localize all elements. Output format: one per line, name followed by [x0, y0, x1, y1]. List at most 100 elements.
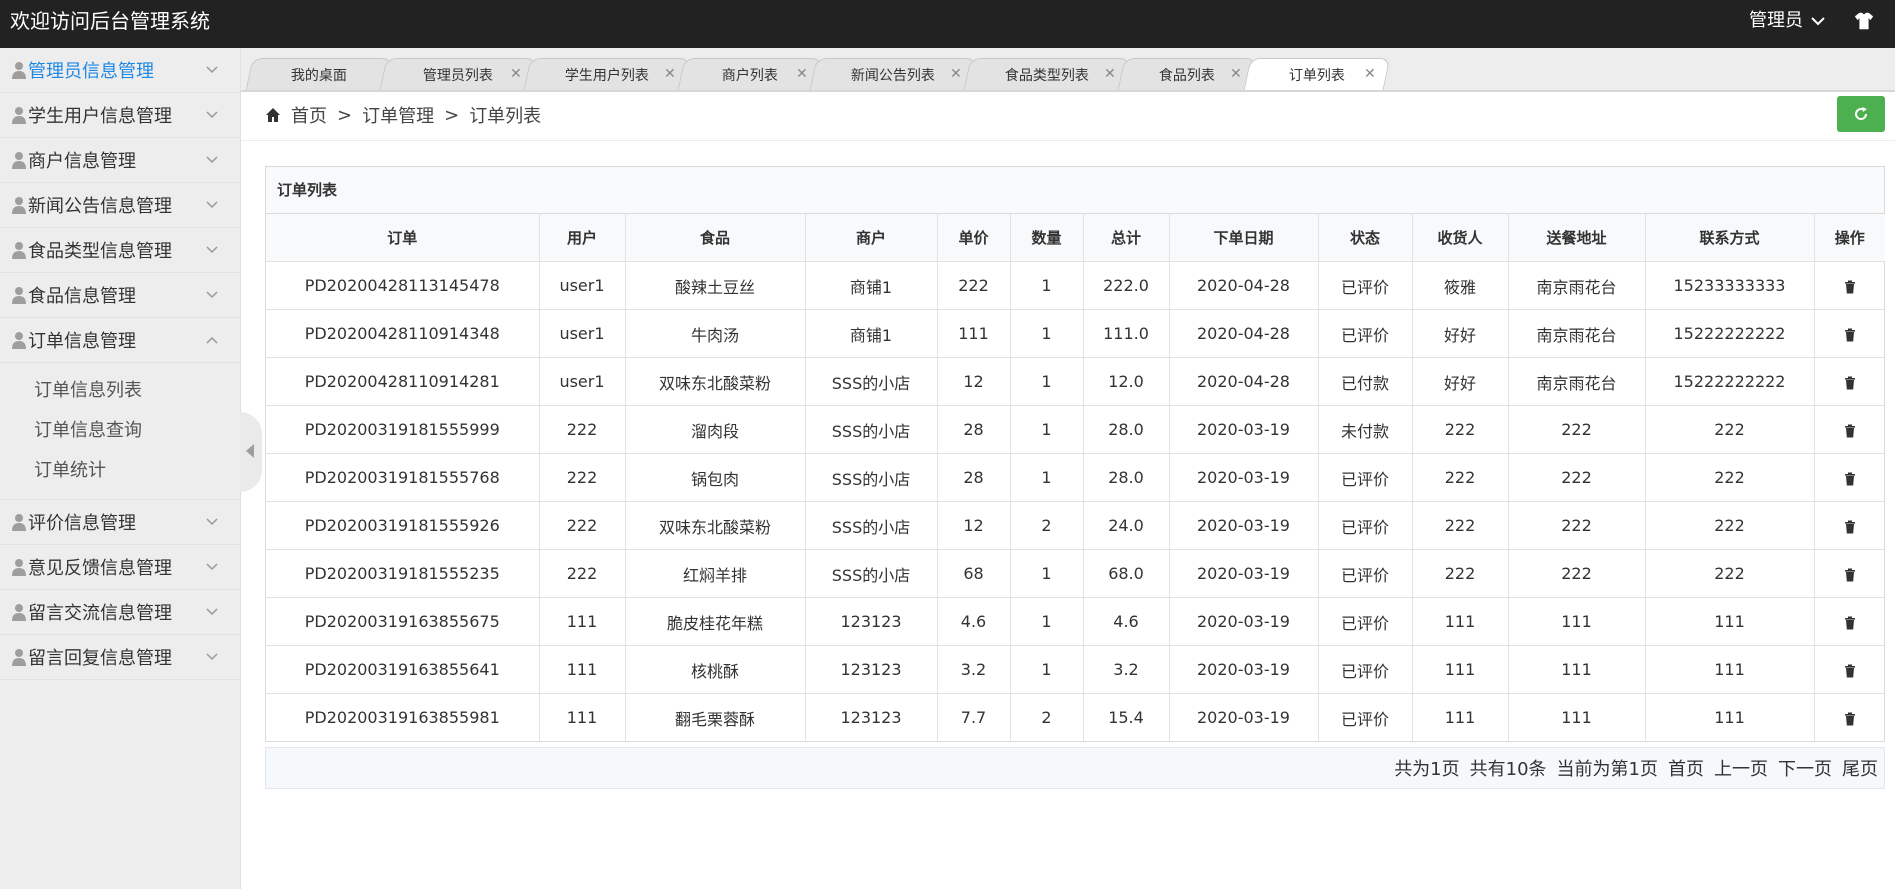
table-cell: 111: [539, 645, 626, 694]
close-icon[interactable]: ✕: [1364, 66, 1376, 82]
breadcrumb-level1[interactable]: 订单管理: [362, 102, 434, 128]
tab-label: 新闻公告列表: [850, 67, 935, 84]
action-cell: [1814, 309, 1885, 358]
column-header: 食品: [625, 214, 806, 262]
submenu-item[interactable]: 订单统计: [0, 451, 240, 491]
tab[interactable]: 我的桌面: [245, 58, 393, 90]
chevron-down-icon: [206, 291, 218, 299]
trash-icon[interactable]: [1843, 472, 1857, 486]
trash-icon[interactable]: [1843, 376, 1857, 390]
tab-label: 食品列表: [1158, 67, 1215, 84]
sidebar-item[interactable]: 评价信息管理: [0, 500, 240, 545]
user-icon: [12, 604, 26, 621]
table-cell: 4.6: [1083, 597, 1170, 646]
table-cell: PD20200319163855981: [266, 693, 540, 741]
close-icon[interactable]: ✕: [796, 66, 808, 82]
submenu-item[interactable]: 订单信息列表: [0, 371, 240, 411]
tshirt-icon[interactable]: [1853, 10, 1875, 32]
trash-icon[interactable]: [1843, 568, 1857, 582]
sidebar-item[interactable]: 订单信息管理: [0, 318, 240, 363]
trash-icon[interactable]: [1843, 664, 1857, 678]
sidebar-item[interactable]: 食品类型信息管理: [0, 228, 240, 273]
sidebar-item[interactable]: 商户信息管理: [0, 138, 240, 183]
last-page-link[interactable]: 尾页: [1842, 755, 1878, 781]
table-cell: 2: [1010, 693, 1084, 741]
table-cell: 翻毛栗蓉酥: [625, 693, 806, 741]
table-row: PD20200319163855675 111 脆皮桂花年糕 123123 4.6 1 4.…: [266, 597, 1885, 646]
tab[interactable]: 订单列表 ✕: [1243, 58, 1391, 90]
sidebar-item-label: 食品类型信息管理: [28, 241, 172, 262]
admin-menu[interactable]: 管理员: [1749, 0, 1825, 42]
action-cell: [1814, 453, 1885, 502]
sidebar-item[interactable]: 留言回复信息管理: [0, 635, 240, 680]
tab[interactable]: 学生用户列表 ✕: [523, 58, 691, 90]
table-cell: SSS的小店: [805, 501, 938, 550]
trash-icon[interactable]: [1843, 520, 1857, 534]
total-pages: 共为1页: [1394, 759, 1460, 780]
trash-icon[interactable]: [1843, 616, 1857, 630]
table-cell: 222: [539, 549, 626, 598]
submenu: 订单信息列表 订单信息查询 订单统计: [0, 363, 240, 500]
submenu-item[interactable]: 订单信息查询: [0, 411, 240, 451]
table-cell: 222: [1645, 405, 1815, 454]
table-cell: 已评价: [1318, 309, 1413, 358]
action-cell: [1814, 357, 1885, 406]
table-title: 订单列表: [266, 167, 1884, 214]
table-cell: PD20200428110914348: [266, 309, 540, 358]
table-cell: 111: [539, 693, 626, 741]
action-cell: [1814, 694, 1885, 742]
tab[interactable]: 新闻公告列表 ✕: [809, 58, 977, 90]
tab-label: 管理员列表: [422, 67, 493, 84]
trash-icon[interactable]: [1843, 424, 1857, 438]
sidebar-collapse-handle[interactable]: [240, 412, 262, 492]
tab[interactable]: 商户列表 ✕: [677, 58, 823, 90]
sidebar-item[interactable]: 学生用户信息管理: [0, 93, 240, 138]
table-cell: 2020-04-28: [1169, 357, 1319, 406]
action-cell: [1814, 501, 1885, 550]
tab-label: 商户列表: [721, 67, 778, 84]
breadcrumb-home[interactable]: 首页: [291, 102, 327, 128]
sidebar-item[interactable]: 食品信息管理: [0, 273, 240, 318]
table-cell: 南京雨花台: [1508, 309, 1646, 358]
table-cell: 已评价: [1318, 645, 1413, 694]
trash-icon[interactable]: [1843, 280, 1857, 294]
user-icon: [12, 559, 26, 576]
table-cell: 111: [1645, 597, 1815, 646]
table-row: PD20200319181555768 222 锅包肉 SSS的小店 28 1 28.0 20…: [266, 453, 1885, 502]
sidebar-item-label: 意见反馈信息管理: [28, 558, 172, 579]
sidebar-item[interactable]: 管理员信息管理: [0, 48, 240, 93]
table-cell: 好好: [1412, 357, 1509, 406]
close-icon[interactable]: ✕: [1230, 66, 1242, 82]
table-cell: 1: [1010, 405, 1084, 454]
sidebar: 管理员信息管理 学生用户信息管理 商户信息管理 新闻公告信息管理食品类型信息管理食品信…: [0, 48, 241, 889]
sidebar-item[interactable]: 意见反馈信息管理: [0, 545, 240, 590]
table-cell: 1: [1010, 597, 1084, 646]
trash-icon[interactable]: [1843, 328, 1857, 342]
table-cell: 2020-03-19: [1169, 597, 1319, 646]
tab[interactable]: 食品类型列表 ✕: [963, 58, 1131, 90]
collapse-arrow-icon: [246, 444, 254, 458]
first-page-link[interactable]: 首页: [1668, 755, 1704, 781]
refresh-button[interactable]: [1837, 96, 1885, 132]
table-cell: 12: [937, 501, 1011, 550]
sidebar-item[interactable]: 新闻公告信息管理: [0, 183, 240, 228]
column-header: 下单日期: [1169, 214, 1319, 262]
tab[interactable]: 食品列表 ✕: [1117, 58, 1257, 90]
home-icon: [266, 108, 280, 122]
table-header-row: 订单 用户 食品 商户 单价 数量 总计 下单日期 状态 收货人 送餐地址 联系方式 操作: [266, 214, 1885, 262]
tab[interactable]: 管理员列表 ✕: [379, 58, 537, 90]
close-icon[interactable]: ✕: [510, 66, 522, 82]
tab-label: 订单列表: [1288, 67, 1345, 84]
sidebar-item[interactable]: 留言交流信息管理: [0, 590, 240, 635]
table-cell: SSS的小店: [805, 549, 938, 598]
table-cell: 已评价: [1318, 549, 1413, 598]
close-icon[interactable]: ✕: [1104, 66, 1116, 82]
table-cell: 222: [1508, 405, 1646, 454]
close-icon[interactable]: ✕: [664, 66, 676, 82]
table-cell: 1: [1010, 453, 1084, 502]
next-page-link[interactable]: 下一页: [1778, 755, 1832, 781]
close-icon[interactable]: ✕: [950, 66, 962, 82]
trash-icon[interactable]: [1843, 712, 1857, 726]
prev-page-link[interactable]: 上一页: [1714, 755, 1768, 781]
chevron-down-icon: [206, 111, 218, 119]
